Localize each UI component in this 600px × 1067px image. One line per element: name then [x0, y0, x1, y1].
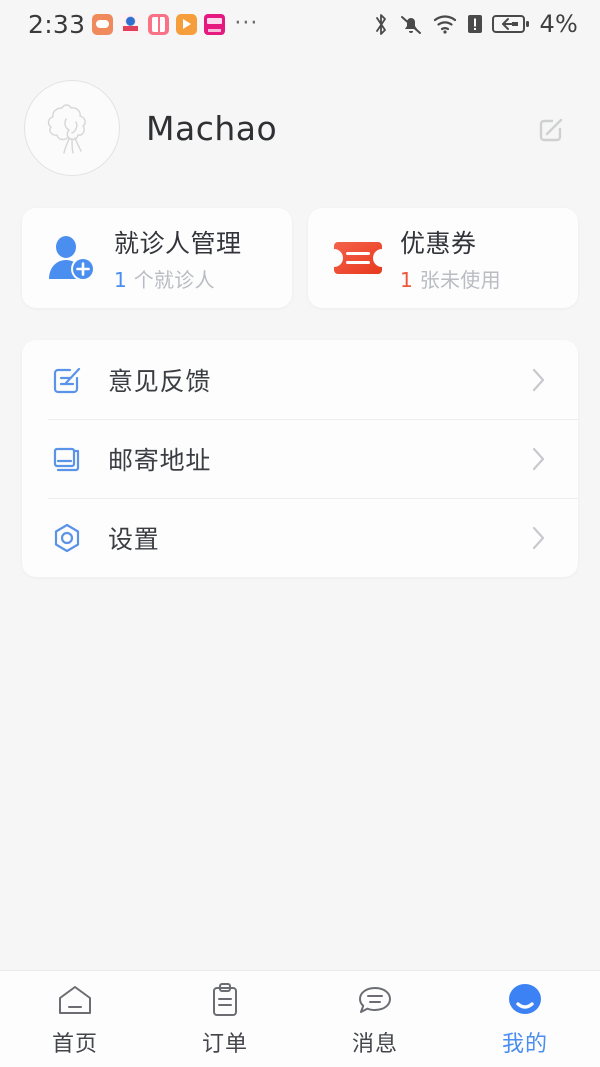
- avatar-sketch-icon: [47, 104, 86, 154]
- settings-hex-icon: [48, 519, 86, 557]
- status-bar-left: 2:33 ···: [28, 10, 258, 39]
- card-sub-number: 1: [114, 267, 128, 292]
- card-text-block: 优惠券 1 张未使用: [400, 224, 501, 293]
- overflow-dots-icon: ···: [234, 11, 259, 36]
- menu-item-label: 设置: [108, 524, 160, 554]
- mail-address-book-icon: [48, 440, 86, 478]
- user-add-icon: [44, 233, 100, 283]
- coupon-ticket-icon: [330, 233, 386, 283]
- home-icon: [55, 981, 95, 1019]
- card-text-block: 就诊人管理 1 个就诊人: [114, 224, 242, 293]
- menu-item-label: 意见反馈: [108, 366, 212, 396]
- menu-item-mailing-address[interactable]: 邮寄地址: [22, 419, 578, 498]
- card-title: 优惠券: [400, 228, 477, 258]
- status-clock: 2:33: [28, 9, 86, 39]
- bluetooth-icon: [372, 12, 390, 37]
- card-subtitle: 1 张未使用: [400, 264, 501, 293]
- edit-square-icon: [539, 118, 563, 142]
- wifi-icon: [432, 12, 458, 37]
- card-sub-number: 1: [400, 267, 414, 292]
- tab-profile[interactable]: 我的: [450, 971, 600, 1067]
- battery-charging-icon: [491, 13, 530, 35]
- feedback-note-icon: [48, 361, 86, 399]
- card-subtitle: 1 个就诊人: [114, 264, 242, 293]
- tab-label: 消息: [351, 1031, 398, 1057]
- battery-percentage: 4%: [539, 10, 578, 38]
- card-sub-text: 个就诊人: [127, 267, 215, 292]
- tab-orders[interactable]: 订单: [150, 971, 300, 1067]
- menu-item-feedback[interactable]: 意见反馈: [22, 340, 578, 419]
- tab-label: 我的: [501, 1031, 548, 1057]
- card-coupons[interactable]: 优惠券 1 张未使用: [308, 208, 578, 308]
- tab-label: 订单: [201, 1031, 248, 1057]
- clipboard-order-icon: [205, 981, 245, 1019]
- profile-header[interactable]: Machao: [0, 48, 600, 208]
- settings-menu: 意见反馈 邮寄地址 设置: [22, 340, 578, 577]
- bell-muted-icon: [399, 12, 423, 37]
- bottom-tab-bar: 首页 订单 消息 我的: [0, 970, 600, 1067]
- avatar[interactable]: [24, 80, 120, 176]
- tab-home[interactable]: 首页: [0, 971, 150, 1067]
- chat-bubble-icon: [355, 981, 395, 1019]
- username: Machao: [146, 108, 278, 148]
- flower-icon: [120, 13, 142, 35]
- info-cards: 就诊人管理 1 个就诊人 优惠券 1 张未使用: [0, 208, 600, 308]
- book-icon: [148, 13, 170, 35]
- chevron-right-icon: [530, 365, 548, 395]
- card-patient-management[interactable]: 就诊人管理 1 个就诊人: [22, 208, 292, 308]
- alert-icon: [467, 12, 483, 36]
- app-screen: 2:33 ··· 4% Machao 就诊人管理 1 个就诊人 优惠券 1 张未…: [0, 0, 600, 1067]
- menu-item-settings[interactable]: 设置: [22, 498, 578, 577]
- edit-profile-button[interactable]: [532, 108, 572, 148]
- message-icon: [92, 13, 114, 35]
- menu-item-label: 邮寄地址: [108, 445, 212, 475]
- profile-circle-icon: [505, 981, 545, 1019]
- play-icon: [176, 13, 198, 35]
- status-bar-right: 4%: [372, 10, 578, 38]
- status-bar: 2:33 ··· 4%: [0, 0, 600, 48]
- chevron-right-icon: [530, 523, 548, 553]
- tab-messages[interactable]: 消息: [300, 971, 450, 1067]
- chevron-right-icon: [530, 444, 548, 474]
- card-title: 就诊人管理: [114, 228, 242, 258]
- pink-app-icon: [204, 13, 226, 35]
- card-sub-text: 张未使用: [413, 267, 501, 292]
- tab-label: 首页: [51, 1031, 98, 1057]
